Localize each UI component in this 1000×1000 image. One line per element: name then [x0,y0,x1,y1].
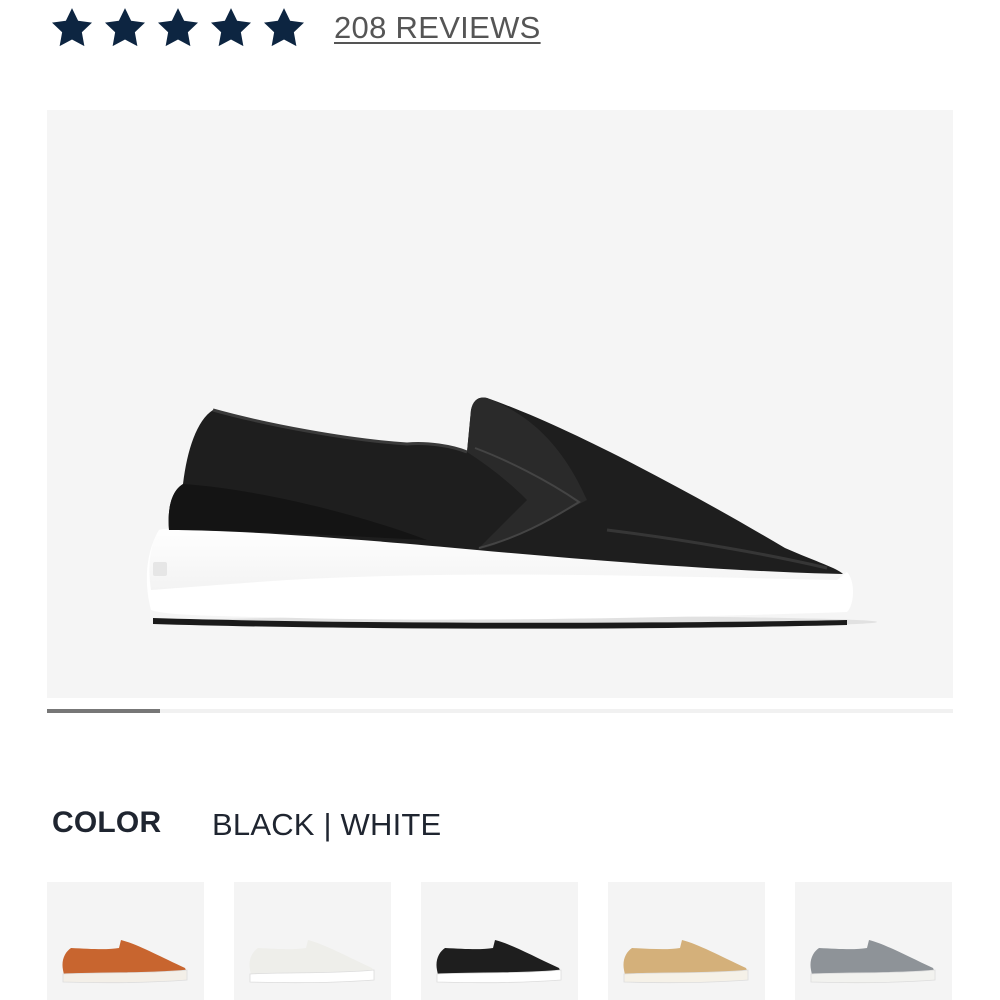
orange-slip-on-sneaker-icon [62,940,188,983]
gallery-progress [47,709,953,713]
rating-row: 208 REVIEWS [50,6,541,50]
grey-slip-on-sneaker-icon [810,940,936,983]
color-swatch[interactable] [608,882,765,1000]
color-swatch[interactable] [795,882,952,1000]
star-icon [156,7,200,49]
color-swatch-list [47,882,952,1000]
color-swatch[interactable] [234,882,391,1000]
black-slip-on-sneaker-icon [146,397,877,629]
reviews-link[interactable]: 208 REVIEWS [334,10,541,46]
selected-color-value: BLACK | WHITE [212,807,442,842]
star-icon [209,7,253,49]
black-slip-on-sneaker-icon [436,940,562,983]
star-icon [103,7,147,49]
star-rating [50,7,306,49]
product-image[interactable] [47,110,953,698]
color-swatch[interactable] [47,882,204,1000]
tan-slip-on-sneaker-icon [623,940,749,983]
white-slip-on-sneaker-icon [249,940,375,983]
star-icon [262,7,306,49]
star-icon [50,7,94,49]
gallery-progress-fill [47,709,161,713]
color-swatch[interactable] [421,882,578,1000]
color-label: COLOR [52,806,162,839]
